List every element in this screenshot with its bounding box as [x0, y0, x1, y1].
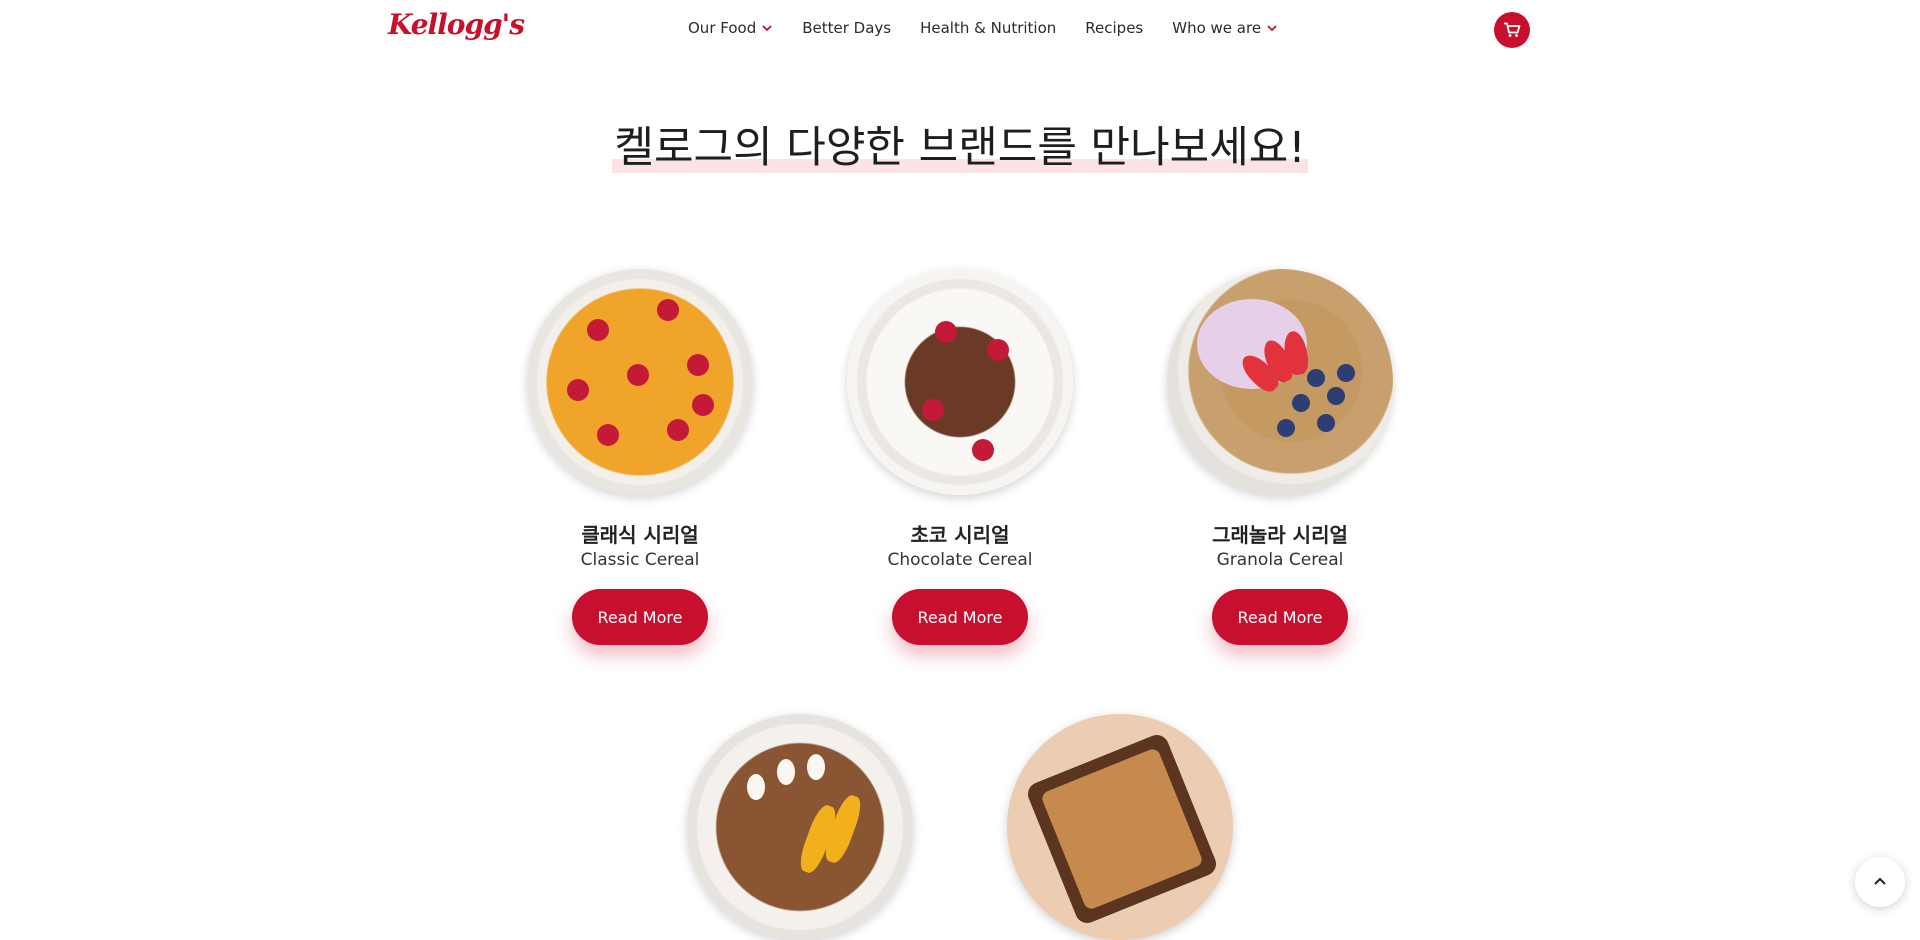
kelloggs-logo[interactable]: Kellogg's	[388, 8, 525, 41]
product-name-english: Granola Cereal	[1216, 550, 1344, 570]
nav-health-nutrition[interactable]: Health & Nutrition	[920, 19, 1056, 37]
classic-cereal-image[interactable]	[527, 269, 753, 495]
cereal-bar-image[interactable]	[1007, 714, 1233, 940]
granola-cereal-image[interactable]	[1167, 269, 1393, 495]
chevron-down-icon	[1267, 25, 1277, 32]
product-card-chocolate: 초코 시리얼 Chocolate Cereal Read More	[840, 269, 1080, 645]
cart-button[interactable]	[1494, 12, 1530, 48]
main-nav: Our Food Better Days Health & Nutrition …	[688, 19, 1278, 37]
product-name-korean: 클래식 시리얼	[581, 523, 699, 547]
nav-recipes[interactable]: Recipes	[1085, 19, 1143, 37]
shopping-cart-icon	[1504, 22, 1521, 37]
read-more-button[interactable]: Read More	[892, 589, 1028, 645]
page-title: 켈로그의 다양한 브랜드를 만나보세요!	[612, 123, 1308, 173]
product-card-granola: 그래놀라 시리얼 Granola Cereal Read More	[1160, 269, 1400, 645]
nav-who-we-are[interactable]: Who we are	[1172, 19, 1278, 37]
nav-who-we-are-label: Who we are	[1172, 19, 1262, 37]
chevron-down-icon	[762, 25, 772, 32]
product-card-bar	[1000, 714, 1240, 940]
back-to-top-button[interactable]	[1855, 857, 1905, 907]
read-more-button[interactable]: Read More	[572, 589, 708, 645]
read-more-button[interactable]: Read More	[1212, 589, 1348, 645]
chevron-up-icon	[1874, 877, 1886, 885]
bran-cereal-image[interactable]	[687, 714, 913, 940]
product-card-classic: 클래식 시리얼 Classic Cereal Read More	[520, 269, 760, 645]
nav-better-days[interactable]: Better Days	[802, 19, 891, 37]
product-name-english: Classic Cereal	[580, 550, 700, 570]
nav-our-food-label: Our Food	[688, 19, 757, 37]
product-name-korean: 그래놀라 시리얼	[1212, 523, 1348, 547]
product-name-english: Chocolate Cereal	[887, 550, 1033, 570]
product-name-korean: 초코 시리얼	[910, 523, 1010, 547]
nav-recipes-label: Recipes	[1085, 19, 1144, 37]
nav-better-days-label: Better Days	[802, 19, 892, 37]
nav-our-food[interactable]: Our Food	[688, 19, 773, 37]
nav-health-nutrition-label: Health & Nutrition	[920, 19, 1057, 37]
title-wrapper: 켈로그의 다양한 브랜드를 만나보세요!	[0, 123, 1920, 173]
site-header: Kellogg's Our Food Better Days Health & …	[0, 0, 1920, 60]
product-card-bran	[680, 714, 920, 940]
chocolate-cereal-image[interactable]	[847, 269, 1073, 495]
